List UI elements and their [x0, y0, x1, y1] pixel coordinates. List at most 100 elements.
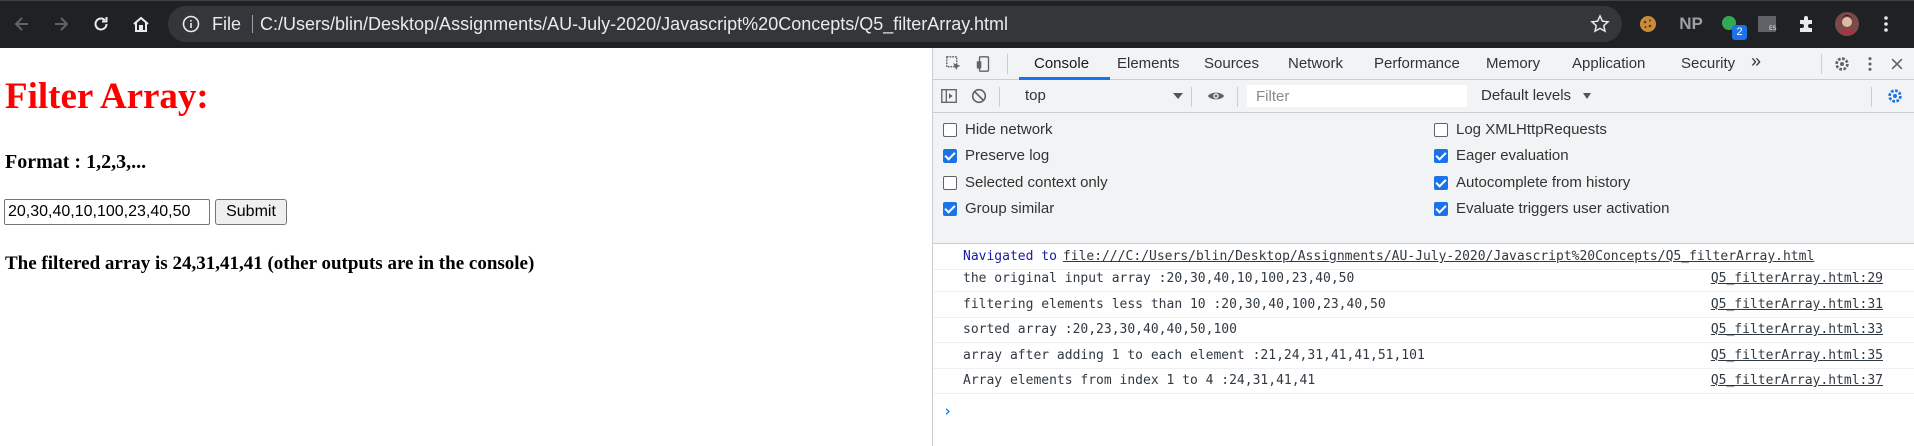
chrome-menu-icon[interactable]: [1876, 12, 1896, 36]
forward-button[interactable]: [47, 10, 75, 38]
tab-sources[interactable]: Sources: [1204, 55, 1259, 72]
info-icon[interactable]: [182, 15, 200, 33]
option-label: Selected context only: [965, 174, 1108, 191]
checkbox-preserve-log[interactable]: [943, 148, 957, 163]
back-button[interactable]: [8, 10, 36, 38]
option-preserve-log[interactable]: Preserve log: [943, 147, 1049, 164]
device-toolbar-icon[interactable]: [973, 53, 995, 75]
checkbox-log-xmlhttprequests[interactable]: [1434, 122, 1448, 137]
message-text: Array elements from index 1 to 4 :24,31,…: [963, 373, 1316, 388]
url-scheme: File: [212, 14, 242, 34]
checkbox-evaluate-triggers-user-activation[interactable]: [1434, 201, 1448, 216]
message-source-link[interactable]: Q5_filterArray.html:37: [1711, 373, 1883, 388]
es-extension-icon[interactable]: ES: [1756, 12, 1778, 36]
console-output: Navigated to file:///C:/Users/blin/Deskto…: [933, 244, 1914, 446]
option-label: Hide network: [965, 121, 1053, 138]
toolbar-separator: [1237, 87, 1238, 107]
message-source-link[interactable]: Q5_filterArray.html:29: [1711, 271, 1883, 286]
option-evaluate-triggers-user-activation[interactable]: Evaluate triggers user activation: [1434, 200, 1669, 217]
format-hint: Format : 1,2,3,...: [5, 151, 147, 173]
console-message: Array elements from index 1 to 4 :24,31,…: [933, 368, 1914, 394]
message-source-link[interactable]: Q5_filterArray.html:31: [1711, 297, 1883, 312]
console-prompt-icon[interactable]: ›: [943, 402, 952, 420]
option-label: Eager evaluation: [1456, 147, 1569, 164]
back-arrow-icon: [14, 17, 28, 31]
tab-separator: [1007, 54, 1008, 74]
devtools-panel: Console Elements Sources Network Perform…: [932, 48, 1914, 446]
levels-dropdown-arrow-icon[interactable]: [1583, 93, 1591, 99]
page-title: Filter Array:: [5, 76, 209, 117]
url-separator: [252, 15, 253, 33]
option-selected-context-only[interactable]: Selected context only: [943, 174, 1108, 191]
checkbox-autocomplete-from-history[interactable]: [1434, 175, 1448, 190]
submit-button[interactable]: Submit: [215, 199, 287, 225]
live-expression-eye-icon[interactable]: [1205, 85, 1227, 107]
array-input[interactable]: 20,30,40,10,100,23,40,50: [4, 199, 210, 225]
sidebar-toggle-icon[interactable]: [938, 85, 960, 107]
log-levels-dropdown[interactable]: Default levels: [1481, 87, 1571, 104]
navigated-link[interactable]: file:///C:/Users/blin/Desktop/Assignment…: [1063, 249, 1814, 264]
cookie-extension-icon[interactable]: [1636, 12, 1660, 36]
context-selector[interactable]: top: [1025, 87, 1046, 104]
devtools-tab-bar: Console Elements Sources Network Perform…: [933, 48, 1914, 80]
checkbox-hide-network[interactable]: [943, 122, 957, 137]
option-autocomplete-from-history[interactable]: Autocomplete from history: [1434, 174, 1630, 191]
toolbar-separator: [999, 87, 1000, 107]
extension-badge: 2: [1732, 25, 1747, 40]
address-bar[interactable]: File C:/Users/blin/Desktop/Assignments/A…: [168, 6, 1622, 42]
web-page: Filter Array: Format : 1,2,3,... 20,30,4…: [0, 48, 932, 446]
forward-arrow-icon: [55, 17, 69, 31]
tab-security[interactable]: Security: [1681, 55, 1735, 72]
message-source-link[interactable]: Q5_filterArray.html:33: [1711, 322, 1883, 337]
more-tabs-button[interactable]: »: [1751, 51, 1761, 72]
close-devtools-icon[interactable]: [1886, 53, 1908, 75]
option-log-xmlhttprequests[interactable]: Log XMLHttpRequests: [1434, 121, 1607, 138]
bookmark-star-icon[interactable]: [1590, 14, 1610, 34]
option-hide-network[interactable]: Hide network: [943, 121, 1053, 138]
checkbox-group-similar[interactable]: [943, 201, 957, 216]
inspect-element-icon[interactable]: [943, 53, 965, 75]
tab-performance[interactable]: Performance: [1374, 55, 1460, 72]
reload-button[interactable]: [87, 10, 115, 38]
toolbar-separator: [1191, 87, 1192, 107]
home-icon: [133, 16, 149, 32]
extensions-puzzle-icon[interactable]: [1795, 12, 1817, 36]
console-settings-pane: Hide network Preserve log Selected conte…: [933, 113, 1914, 244]
message-text: array after adding 1 to each element :21…: [963, 348, 1425, 363]
option-group-similar[interactable]: Group similar: [943, 200, 1054, 217]
green-extension-icon[interactable]: 2: [1717, 12, 1747, 40]
console-filter-input[interactable]: Filter: [1247, 85, 1467, 107]
message-text: sorted array :20,23,30,40,40,50,100: [963, 322, 1237, 337]
profile-avatar[interactable]: [1834, 12, 1860, 36]
console-message: the original input array :20,30,40,10,10…: [933, 266, 1914, 292]
message-source-link[interactable]: Q5_filterArray.html:35: [1711, 348, 1883, 363]
checkbox-selected-context-only[interactable]: [943, 175, 957, 190]
home-button[interactable]: [127, 10, 155, 38]
console-message: sorted array :20,23,30,40,40,50,100 Q5_f…: [933, 317, 1914, 343]
tab-application[interactable]: Application: [1572, 55, 1645, 72]
tab-elements[interactable]: Elements: [1117, 55, 1180, 72]
checkbox-eager-evaluation[interactable]: [1434, 148, 1448, 163]
tab-memory[interactable]: Memory: [1486, 55, 1540, 72]
tab-console[interactable]: Console: [1034, 55, 1089, 72]
option-label: Autocomplete from history: [1456, 174, 1631, 191]
console-settings-gear-icon[interactable]: [1884, 85, 1906, 107]
option-eager-evaluation[interactable]: Eager evaluation: [1434, 147, 1569, 164]
result-text: The filtered array is 24,31,41,41 (other…: [5, 253, 535, 274]
context-dropdown-arrow-icon[interactable]: [1173, 93, 1183, 99]
tab-network[interactable]: Network: [1288, 55, 1343, 72]
url-text[interactable]: C:/Users/blin/Desktop/Assignments/AU-Jul…: [260, 14, 1008, 35]
clear-console-icon[interactable]: [968, 85, 990, 107]
toolbar-top-border: [0, 0, 1914, 1]
settings-gear-icon[interactable]: [1831, 53, 1853, 75]
np-extension-icon[interactable]: NP: [1676, 12, 1706, 36]
devtools-menu-icon[interactable]: [1859, 53, 1881, 75]
tab-separator-right: [1821, 54, 1822, 74]
option-label: Evaluate triggers user activation: [1456, 200, 1670, 217]
option-label: Log XMLHttpRequests: [1456, 121, 1607, 138]
es-label: ES: [1769, 25, 1777, 32]
reload-icon: [94, 17, 108, 31]
toolbar-separator: [1871, 87, 1872, 107]
navigated-prefix: Navigated to: [963, 249, 1057, 264]
message-text: the original input array :20,30,40,10,10…: [963, 271, 1355, 286]
